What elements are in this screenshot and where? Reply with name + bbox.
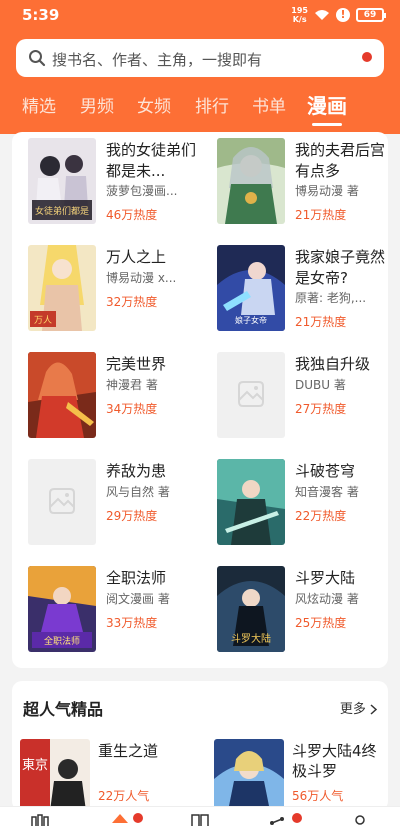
tab-featured[interactable]: 精选 (22, 92, 56, 117)
tab-male[interactable]: 男频 (80, 92, 114, 117)
book-author: 菠萝包漫画... (106, 184, 178, 198)
tab-booklist[interactable]: 书单 (252, 92, 286, 117)
category-tabs: 精选 男频 女频 排行 书单 漫画 (0, 92, 400, 128)
wifi-icon (315, 10, 329, 20)
svg-text:娘子女帝: 娘子女帝 (235, 315, 267, 325)
book-author: 风与自然 著 (106, 485, 170, 499)
book-cover (214, 739, 284, 811)
book-cover: 全职法师 (28, 566, 96, 652)
home-icon[interactable] (110, 811, 130, 826)
book-author: 阅文漫画 著 (106, 592, 170, 606)
book-author: 风炫动漫 著 (295, 592, 359, 606)
book-heat: 33万热度 (106, 616, 158, 630)
battery-icon: 69 (356, 8, 386, 22)
book-title: 完美世界 (106, 355, 167, 373)
bottom-navigation (0, 806, 400, 826)
book-title: 重生之道 (98, 742, 159, 760)
book-item[interactable]: 完美世界 神漫君 著 34万热度 (28, 352, 208, 442)
notification-dot (292, 813, 302, 823)
recommend-item[interactable]: 斗罗大陆4终极斗罗 56万人气 (206, 731, 386, 811)
book-heat: 21万热度 (295, 208, 347, 222)
book-author: 博易动漫 著 (295, 184, 359, 198)
search-icon (29, 50, 46, 67)
book-title: 我的夫君后宫有点多 (295, 141, 386, 180)
book-author: 知音漫客 著 (295, 485, 359, 499)
book-author: 博易动漫 x... (106, 271, 177, 285)
book-heat: 22万热度 (295, 509, 347, 523)
book-heat: 56万人气 (292, 789, 344, 803)
search-placeholder: 搜书名、作者、主角，一搜即有 (52, 51, 263, 69)
book-item[interactable]: 我独自升级 DUBU 著 27万热度 (217, 352, 397, 442)
book-cover (217, 138, 285, 224)
svg-text:全职法师: 全职法师 (44, 635, 80, 647)
book-title: 万人之上 (106, 248, 167, 266)
profile-icon[interactable] (350, 811, 370, 826)
active-tab-indicator (312, 123, 342, 126)
category-icon[interactable] (190, 811, 210, 826)
alert-icon: ! (336, 8, 350, 22)
tab-ranking[interactable]: 排行 (195, 92, 229, 117)
placeholder-image-icon (238, 381, 264, 407)
book-cover: 万人 (28, 245, 96, 331)
book-item[interactable]: 我的夫君后宫有点多 博易动漫 著 21万热度 (217, 138, 397, 228)
book-heat: 27万热度 (295, 402, 347, 416)
book-heat: 29万热度 (106, 509, 158, 523)
book-heat: 25万热度 (295, 616, 347, 630)
book-item[interactable]: 全职法师 全职法师 阅文漫画 著 33万热度 (28, 566, 208, 656)
notification-dot (133, 813, 143, 823)
comics-grid: 女徒弟们都是 我的女徒弟们都是未... 菠萝包漫画... 46万热度 我的夫君后… (12, 132, 388, 668)
book-heat: 34万热度 (106, 402, 158, 416)
book-author: DUBU 著 (295, 378, 346, 392)
book-cover (28, 352, 96, 438)
book-cover: 東京 (20, 739, 90, 811)
book-title: 斗罗大陆4终极斗罗 (292, 742, 377, 780)
book-title: 我家娘子竟然是女帝? (295, 248, 386, 287)
svg-text:女徒弟们都是: 女徒弟们都是 (35, 205, 89, 217)
status-bar: 5:39 195 K/s ! 69 (0, 0, 400, 32)
svg-text:東京: 東京 (22, 757, 48, 773)
tab-comics[interactable]: 漫画 (307, 90, 347, 119)
book-heat: 22万人气 (98, 789, 150, 803)
book-cover: 娘子女帝 (217, 245, 285, 331)
book-item[interactable]: 万人 万人之上 博易动漫 x... 32万热度 (28, 245, 208, 335)
bookshelf-icon[interactable] (30, 811, 50, 826)
top-header: 5:39 195 K/s ! 69 搜书名、作者、主角，一搜即有 精选 男频 女… (0, 0, 400, 134)
book-item[interactable]: 养敌为患 风与自然 著 29万热度 (28, 459, 208, 549)
search-input[interactable]: 搜书名、作者、主角，一搜即有 (16, 39, 384, 77)
book-title: 我独自升级 (295, 355, 371, 373)
notification-dot (362, 52, 372, 62)
network-speed: 195 K/s (291, 6, 308, 24)
book-cover (28, 459, 96, 545)
book-title: 全职法师 (106, 569, 167, 587)
book-cover (217, 459, 285, 545)
book-title: 养敌为患 (106, 462, 167, 480)
book-item[interactable]: 斗破苍穹 知音漫客 著 22万热度 (217, 459, 397, 549)
book-item[interactable]: 斗罗大陆 斗罗大陆 风炫动漫 著 25万热度 (217, 566, 397, 656)
book-title: 我的女徒弟们都是未... (106, 141, 197, 180)
book-heat: 21万热度 (295, 315, 347, 329)
book-title: 斗罗大陆 (295, 569, 356, 587)
section-title: 超人气精品 (23, 700, 104, 719)
placeholder-image-icon (49, 488, 75, 514)
svg-text:斗罗大陆: 斗罗大陆 (231, 632, 271, 645)
book-author: 神漫君 著 (106, 378, 158, 392)
community-icon[interactable] (268, 811, 288, 826)
book-author: 原著: 老狗,... (295, 291, 367, 305)
book-title: 斗破苍穹 (295, 462, 356, 480)
book-heat: 32万热度 (106, 295, 158, 309)
status-icons: 195 K/s ! 69 (291, 6, 386, 24)
tab-female[interactable]: 女频 (137, 92, 171, 117)
book-item[interactable]: 娘子女帝 我家娘子竟然是女帝? 原著: 老狗,... 21万热度 (217, 245, 397, 335)
book-cover: 斗罗大陆 (217, 566, 285, 652)
book-cover (217, 352, 285, 438)
popular-section: 超人气精品 更多 東京 重生之道 22万人气 斗罗大陆4终极斗罗 56万人气 (12, 681, 388, 811)
chevron-right-icon (370, 704, 378, 715)
more-link[interactable]: 更多 (340, 698, 378, 717)
recommend-item[interactable]: 東京 重生之道 22万人气 (12, 731, 192, 811)
book-cover: 女徒弟们都是 (28, 138, 96, 224)
book-item[interactable]: 女徒弟们都是 我的女徒弟们都是未... 菠萝包漫画... 46万热度 (28, 138, 208, 228)
status-time: 5:39 (22, 6, 60, 24)
svg-text:万人: 万人 (34, 315, 52, 326)
book-heat: 46万热度 (106, 208, 158, 222)
